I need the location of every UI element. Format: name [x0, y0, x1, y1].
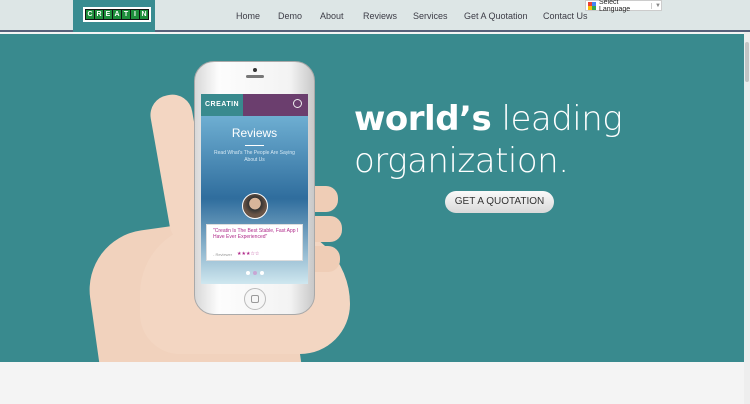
- carousel-dot-active: [253, 271, 257, 275]
- carousel-dot: [246, 271, 250, 275]
- app-header: CREATIN: [201, 94, 308, 116]
- carousel-dots: [246, 271, 267, 275]
- phone-screen: CREATIN Reviews Read What's The People A…: [201, 94, 308, 284]
- menu-icon: [293, 99, 302, 108]
- scrollbar[interactable]: [744, 32, 750, 404]
- site-header: C R E A T I N Home Demo About Reviews Se…: [0, 0, 750, 32]
- reviewer-avatar: [242, 193, 268, 219]
- speaker-icon: [246, 75, 264, 78]
- hero-section: CREATIN Reviews Read What's The People A…: [0, 34, 744, 362]
- nav-demo[interactable]: Demo: [278, 11, 302, 21]
- scrollbar-thumb[interactable]: [745, 42, 749, 82]
- nav-home[interactable]: Home: [236, 11, 260, 21]
- logo-letter: R: [95, 10, 103, 19]
- reviewer-name: - Reviewer: [213, 252, 233, 257]
- language-select-label: Select Language: [599, 0, 631, 13]
- app-brand: CREATIN: [201, 94, 243, 116]
- get-quotation-button[interactable]: GET A QUOTATION: [445, 191, 554, 213]
- review-card: "Creatin Is The Best Stable, Fast App I …: [206, 224, 303, 261]
- language-select[interactable]: Select Language ▼: [585, 0, 662, 13]
- headline-rest: leading: [501, 99, 623, 139]
- carousel-dot: [260, 271, 264, 275]
- camera-icon: [253, 68, 257, 72]
- nav-reviews[interactable]: Reviews: [363, 11, 397, 21]
- nav-get-quotation[interactable]: Get A Quotation: [464, 11, 528, 21]
- divider: [245, 145, 264, 146]
- logo-letter: A: [113, 10, 121, 19]
- logo-letter: N: [140, 10, 148, 19]
- phone-mockup: CREATIN Reviews Read What's The People A…: [194, 61, 315, 315]
- logo-letter: C: [86, 10, 94, 19]
- logo-letter: E: [104, 10, 112, 19]
- review-quote: "Creatin Is The Best Stable, Fast App I …: [213, 228, 299, 240]
- headline-bold: world’s: [354, 99, 492, 139]
- hero-headline: world’s leading organization.: [354, 98, 623, 182]
- home-button-icon: [244, 288, 266, 310]
- nav-services[interactable]: Services: [413, 11, 448, 21]
- logo-letter: T: [122, 10, 130, 19]
- nav-about[interactable]: About: [320, 11, 344, 21]
- google-icon: [588, 1, 596, 10]
- logo-block[interactable]: C R E A T I N: [73, 0, 155, 32]
- creatin-logo[interactable]: C R E A T I N: [83, 7, 151, 22]
- app-title: Reviews: [231, 126, 278, 140]
- chevron-down-icon: ▼: [651, 2, 661, 9]
- app-subtitle: Read What's The People Are Saying About …: [214, 150, 295, 163]
- headline-line2: organization.: [354, 141, 569, 181]
- nav-contact-us[interactable]: Contact Us: [543, 11, 588, 21]
- rating-stars: ★★★☆☆: [237, 251, 260, 257]
- logo-letter: I: [131, 10, 139, 19]
